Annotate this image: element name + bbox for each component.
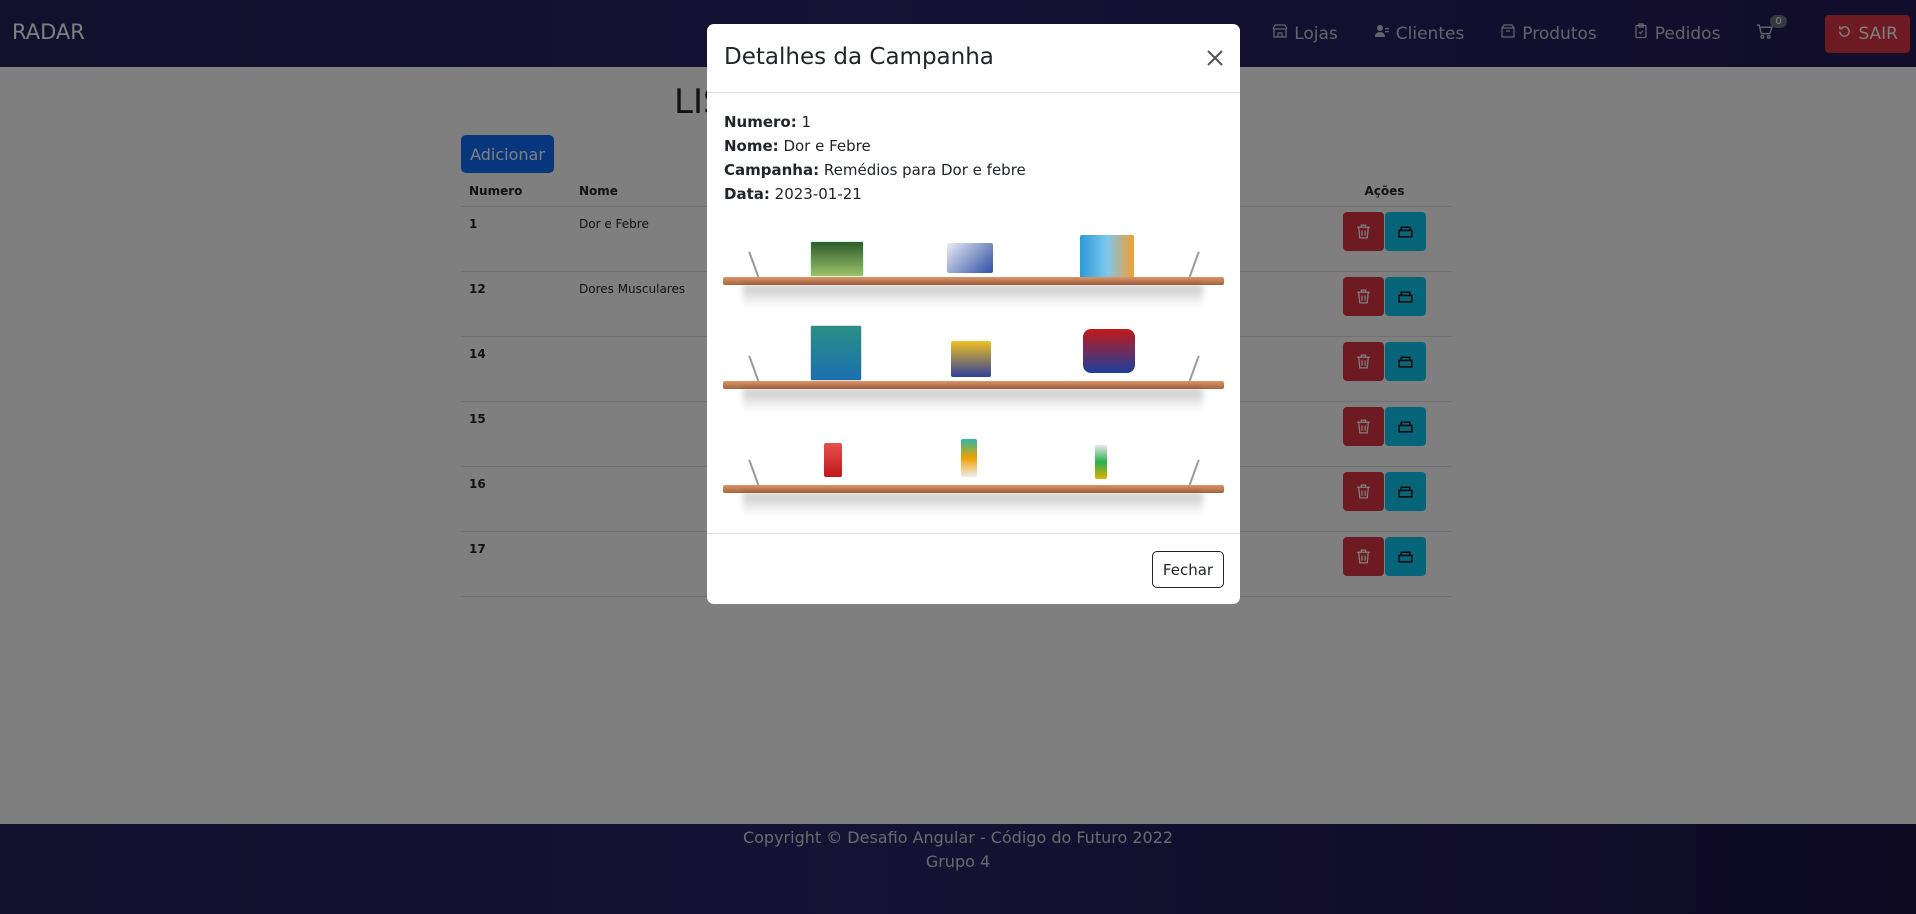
campaign-details-modal: Detalhes da Campanha Numero: 1 Nome: Dor… — [707, 24, 1240, 604]
shelf-bracket — [748, 251, 760, 279]
detail-campanha: Campanha: Remédios para Dor e febre — [724, 158, 1026, 182]
shelf-bracket — [748, 355, 760, 383]
detail-numero: Numero: 1 — [724, 110, 1026, 134]
detail-value: 1 — [801, 113, 812, 131]
detail-value: Dor e Febre — [783, 137, 871, 155]
campaign-details: Numero: 1 Nome: Dor e Febre Campanha: Re… — [724, 110, 1026, 206]
product-shelf-image — [723, 231, 1224, 551]
detail-label: Numero: — [724, 113, 797, 131]
shelf-shadow — [743, 389, 1203, 411]
shelf-bracket — [748, 459, 760, 487]
shelf-plank — [723, 277, 1224, 285]
shelf-bracket — [1188, 355, 1200, 383]
detail-data: Data: 2023-01-21 — [724, 182, 1026, 206]
product-image — [1080, 235, 1134, 281]
product-image — [951, 341, 991, 377]
product-image — [810, 325, 862, 381]
close-icon — [1207, 50, 1223, 66]
detail-label: Nome: — [724, 137, 779, 155]
modal-header: Detalhes da Campanha — [707, 24, 1240, 93]
shelf-plank — [723, 485, 1224, 493]
close-button[interactable] — [1203, 46, 1227, 70]
product-image — [810, 241, 864, 277]
product-image — [961, 439, 977, 477]
close-modal-button[interactable]: Fechar — [1152, 551, 1224, 588]
product-image — [1083, 329, 1135, 373]
shelf-shadow — [743, 285, 1203, 307]
detail-value: 2023-01-21 — [774, 185, 862, 203]
detail-nome: Nome: Dor e Febre — [724, 134, 1026, 158]
product-image — [947, 243, 993, 273]
modal-title: Detalhes da Campanha — [724, 44, 994, 70]
detail-label: Data: — [724, 185, 770, 203]
detail-value: Remédios para Dor e febre — [823, 161, 1026, 179]
modal-footer: Fechar — [707, 533, 1240, 605]
shelf-plank — [723, 381, 1224, 389]
product-image — [824, 443, 842, 477]
shelf-shadow — [743, 493, 1203, 515]
product-image — [1095, 445, 1107, 479]
detail-label: Campanha: — [724, 161, 820, 179]
shelf-bracket — [1188, 459, 1200, 487]
shelf-bracket — [1188, 251, 1200, 279]
